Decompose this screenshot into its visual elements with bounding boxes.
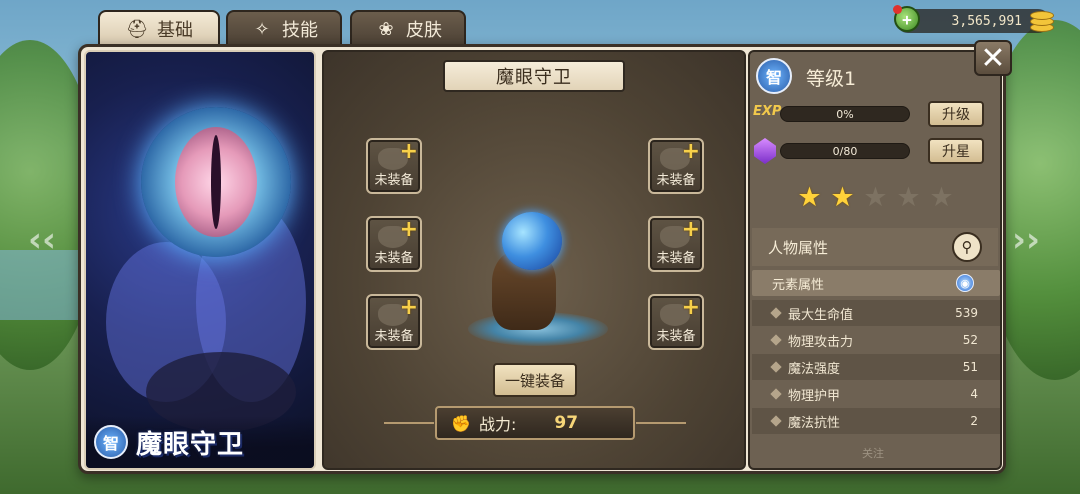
combat-power-bar: ✊ 战力: 97 <box>435 406 635 440</box>
bullet-icon <box>770 307 782 319</box>
skill-icon: ✧ <box>254 18 270 40</box>
equip-slot-left-2[interactable]: + 未装备 <box>366 216 422 272</box>
divider-right <box>636 422 686 424</box>
close-button[interactable]: ✕ <box>974 40 1012 76</box>
slot-label: 未装备 <box>374 329 414 344</box>
eye-orb-icon <box>141 107 291 257</box>
star-up-button[interactable]: 升星 <box>928 138 984 164</box>
combat-power-label: 战力: <box>479 415 517 434</box>
equip-slot-right-3[interactable]: + 未装备 <box>648 294 704 350</box>
intelligence-badge-icon: 智 <box>94 425 128 459</box>
star-empty-icon: ★ <box>863 182 888 213</box>
add-equipment-icon: + <box>399 139 418 164</box>
combat-power-value: 97 <box>554 413 579 433</box>
bullet-icon <box>770 415 782 427</box>
tab-basic[interactable]: ⛑ 基础 <box>98 10 220 46</box>
stat-name: 最大生命值 <box>788 307 854 323</box>
star-filled-icon: ★ <box>830 182 855 213</box>
add-equipment-icon: + <box>399 217 418 242</box>
divider-left <box>384 422 434 424</box>
portrait-hero-name: 魔眼守卫 <box>136 429 245 460</box>
intelligence-badge-icon: 智 <box>756 58 792 94</box>
stat-name: 魔法强度 <box>788 361 841 377</box>
bullet-icon <box>770 388 782 400</box>
stat-name: 物理攻击力 <box>788 334 854 350</box>
gold-coin-icon <box>1030 7 1056 35</box>
eye-iris <box>175 127 257 237</box>
stat-row-max-hp: 最大生命值 539 <box>752 300 1000 326</box>
stat-value: 539 <box>955 306 978 320</box>
equip-all-button[interactable]: 一键装备 <box>493 363 577 397</box>
equip-slot-left-1[interactable]: + 未装备 <box>366 138 422 194</box>
star-empty-icon: ★ <box>896 182 921 213</box>
eye-pupil <box>211 135 221 229</box>
portrait-name-bar: 智 魔眼守卫 <box>86 416 314 468</box>
attribute-detail-search-icon[interactable]: ⚲ <box>952 232 982 262</box>
stat-name: 魔法抗性 <box>788 415 841 431</box>
slot-label: 未装备 <box>656 329 696 344</box>
slot-label: 未装备 <box>656 173 696 188</box>
attributes-title: 人物属性 <box>768 238 829 257</box>
element-attribute-row[interactable]: 元素属性 ◉ <box>752 270 1000 296</box>
level-text: 等级1 <box>806 68 857 90</box>
fist-icon: ✊ <box>451 413 471 433</box>
equip-slot-left-3[interactable]: + 未装备 <box>366 294 422 350</box>
stat-row-physical-attack: 物理攻击力 52 <box>752 327 1000 353</box>
hero-portrait: 智 魔眼守卫 <box>84 50 316 470</box>
stat-value: 4 <box>970 387 978 401</box>
add-equipment-icon: + <box>681 217 700 242</box>
prev-hero-arrow-icon[interactable]: ‹‹ <box>28 220 56 260</box>
equip-slot-right-2[interactable]: + 未装备 <box>648 216 704 272</box>
element-attribute-label: 元素属性 <box>772 277 825 293</box>
slot-label: 未装备 <box>656 251 696 266</box>
exp-label: EXP <box>753 104 782 119</box>
bullet-icon <box>770 361 782 373</box>
hero-model-orb <box>502 212 562 270</box>
tab-skins[interactable]: ❀ 皮肤 <box>350 10 466 46</box>
stat-value: 52 <box>962 333 978 347</box>
stat-row-magic-resist: 魔法抗性 2 <box>752 408 1000 434</box>
stat-name: 物理护甲 <box>788 388 841 404</box>
slot-label: 未装备 <box>374 251 414 266</box>
gold-currency-display: + 3,565,991 <box>893 5 1054 33</box>
star-rating: ★ ★ ★ ★ ★ <box>796 184 955 211</box>
exp-value: 0% <box>836 107 854 121</box>
stat-value: 2 <box>970 414 978 428</box>
shard-value: 0/80 <box>832 144 858 158</box>
exp-bar: 0% <box>780 106 910 122</box>
follow-heart-button[interactable]: 关注 <box>856 440 890 466</box>
bullet-icon <box>770 334 782 346</box>
tab-basic-label: 基础 <box>157 20 193 41</box>
helmet-icon: ⛑ <box>125 18 149 40</box>
equip-slot-right-1[interactable]: + 未装备 <box>648 138 704 194</box>
star-empty-icon: ★ <box>929 182 954 213</box>
tab-skills-label: 技能 <box>282 20 318 41</box>
stat-row-magic-power: 魔法强度 51 <box>752 354 1000 380</box>
element-water-icon: ◉ <box>956 274 974 292</box>
skin-icon: ❀ <box>378 18 394 40</box>
shard-bar: 0/80 <box>780 143 910 159</box>
star-filled-icon: ★ <box>797 182 822 213</box>
add-equipment-icon: + <box>681 139 700 164</box>
next-hero-arrow-icon[interactable]: ›› <box>1012 220 1040 260</box>
stat-value: 51 <box>962 360 978 374</box>
hero-title: 魔眼守卫 <box>443 60 625 92</box>
tab-skills[interactable]: ✧ 技能 <box>226 10 342 46</box>
upgrade-button[interactable]: 升级 <box>928 101 984 127</box>
add-currency-button[interactable]: + <box>893 5 920 32</box>
add-equipment-icon: + <box>399 295 418 320</box>
notification-dot <box>893 5 902 14</box>
tab-skins-label: 皮肤 <box>406 20 442 41</box>
gold-amount: 3,565,991 <box>951 13 1022 29</box>
slot-label: 未装备 <box>374 173 414 188</box>
stat-row-physical-armor: 物理护甲 4 <box>752 381 1000 407</box>
add-equipment-icon: + <box>681 295 700 320</box>
